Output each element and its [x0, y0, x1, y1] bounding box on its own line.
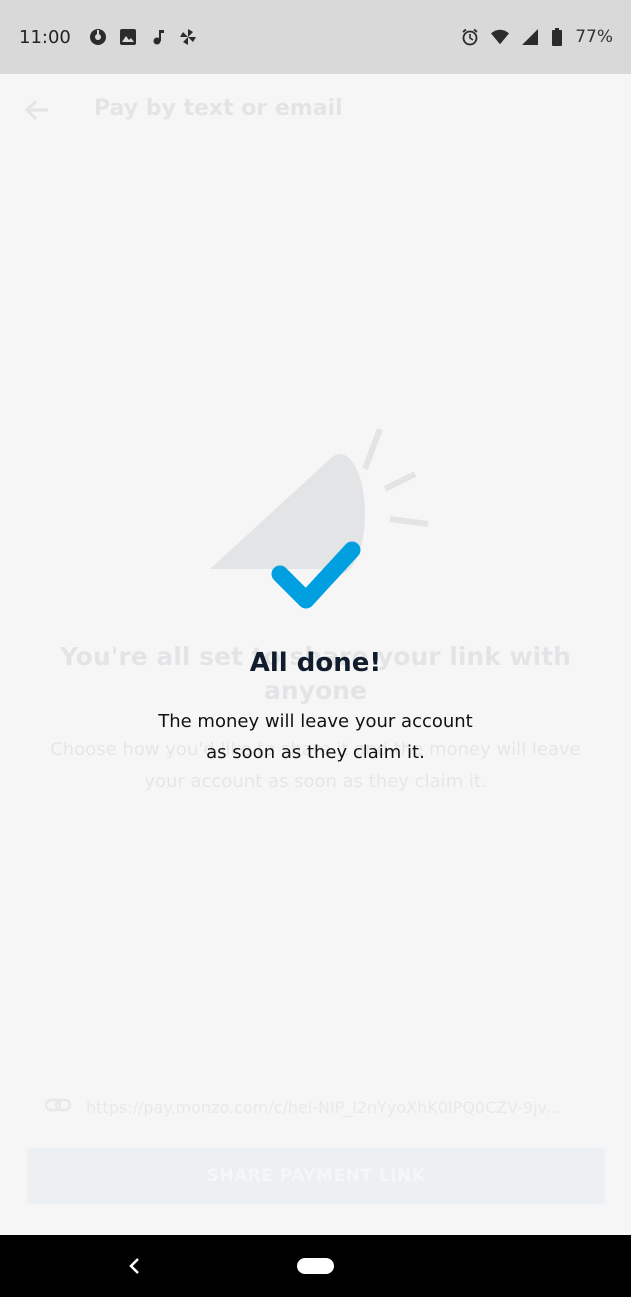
nav-back-icon[interactable] — [124, 1253, 144, 1279]
battery-percentage: 77% — [575, 27, 613, 47]
pinwheel-icon — [179, 28, 197, 46]
checkmark-icon — [270, 540, 362, 612]
alarm-icon — [461, 28, 479, 46]
payment-link-text: https://pay.monzo.com/c/hel-NIP_l2nYyoXh… — [86, 1097, 562, 1117]
status-bar: 11:00 77% — [0, 0, 631, 74]
image-icon — [119, 28, 137, 46]
wifi-icon — [491, 28, 510, 46]
success-message-line-2: as soon as they claim it. — [206, 742, 425, 763]
status-time: 11:00 — [19, 26, 71, 48]
success-message-line-1: The money will leave your account — [158, 711, 473, 732]
payment-link-row: https://pay.monzo.com/c/hel-NIP_l2nYyoXh… — [44, 1092, 589, 1122]
success-message: The money will leave your account as soo… — [100, 706, 531, 768]
share-payment-link-button[interactable]: SHARE PAYMENT LINK — [27, 1148, 605, 1204]
status-bar-left: 11:00 — [19, 27, 197, 48]
battery-icon — [551, 28, 563, 46]
success-title: All done! — [249, 648, 382, 678]
navigation-bar — [0, 1235, 631, 1297]
app-bar: Pay by text or email — [0, 74, 631, 148]
link-icon — [44, 1097, 72, 1117]
music-note-icon — [149, 28, 167, 46]
nav-home-button[interactable] — [297, 1258, 334, 1274]
page-title: Pay by text or email — [94, 96, 343, 121]
podcast-icon — [89, 28, 107, 46]
status-bar-right: 77% — [461, 27, 613, 47]
back-arrow-icon — [24, 96, 52, 124]
signal-icon — [521, 28, 539, 46]
